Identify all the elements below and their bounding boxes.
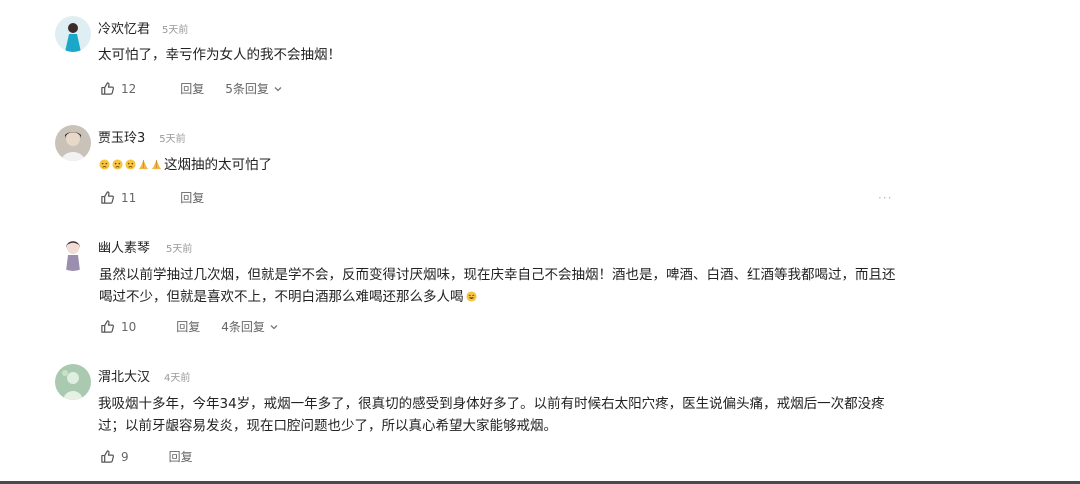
reply-button[interactable]: 回复 (180, 189, 204, 206)
thumbs-up-icon (101, 450, 114, 463)
comment-text-content: 这烟抽的太可怕了 (164, 157, 272, 173)
thumbs-up-icon (101, 191, 114, 204)
view-replies-button[interactable]: 4条回复 (221, 318, 279, 335)
sad-face-emoji-icon (99, 155, 110, 170)
laughing-face-emoji-icon (465, 287, 477, 302)
like-count: 11 (121, 190, 137, 205)
thumbs-up-icon (101, 320, 114, 333)
replies-count: 4条回复 (221, 320, 265, 334)
timestamp: 5天前 (166, 244, 193, 255)
comment-text: 太可怕了，幸亏作为女人的我不会抽烟！ (98, 47, 341, 63)
comment-text-line: 虽然以前学抽过几次烟，但就是学不会，反而变得讨厌烟味，现在庆幸自己不会抽烟！酒也… (99, 267, 896, 283)
timestamp: 4天前 (164, 373, 191, 384)
avatar[interactable] (55, 364, 91, 400)
avatar[interactable] (55, 16, 91, 52)
thumbs-up-icon (101, 82, 114, 95)
username[interactable]: 贾玉玲3 (98, 127, 145, 146)
more-icon[interactable]: ··· (878, 191, 892, 205)
comment-actions: 10 回复 4条回复 (100, 318, 279, 335)
comment-text: 虽然以前学抽过几次烟，但就是学不会，反而变得讨厌烟味，现在庆幸自己不会抽烟！酒也… (99, 264, 919, 308)
username[interactable]: 渭北大汉 (98, 366, 150, 385)
chevron-down-icon (274, 86, 282, 91)
like-button[interactable]: 12 (100, 81, 136, 96)
sad-face-emoji-icon (125, 155, 136, 170)
comment-actions: 12 回复 5条回复 (100, 80, 283, 97)
like-button[interactable]: 9 (100, 449, 129, 464)
comment-meta: 冷欢忆君 5天前 (98, 18, 188, 37)
comment-text: 这烟抽的太可怕了 (99, 154, 272, 176)
username[interactable]: 幽人素琴 (98, 237, 150, 256)
comment-text-line: 喝过不少，但就是喜欢不上，不明白酒那么难喝还那么多人喝 (99, 286, 919, 308)
comment-text-line: 过；以前牙龈容易发炎，现在口腔问题也少了，所以真心希望大家能够戒烟。 (98, 418, 557, 434)
reply-button[interactable]: 回复 (180, 80, 204, 97)
praying-hands-emoji-icon (151, 155, 162, 170)
sad-face-emoji-icon (112, 155, 123, 170)
chevron-down-icon (270, 324, 278, 329)
comment-meta: 贾玉玲3 5天前 (98, 127, 186, 146)
comment-actions: 9 回复 (100, 448, 193, 465)
like-button[interactable]: 11 (100, 190, 136, 205)
like-count: 12 (121, 81, 137, 96)
comment-meta: 幽人素琴 5天前 (98, 237, 192, 256)
timestamp: 5天前 (159, 134, 186, 145)
timestamp: 5天前 (162, 25, 189, 36)
replies-count: 5条回复 (225, 82, 269, 96)
reply-button[interactable]: 回复 (176, 318, 200, 335)
like-button[interactable]: 10 (100, 319, 136, 334)
comment-meta: 渭北大汉 4天前 (98, 366, 190, 385)
view-replies-button[interactable]: 5条回复 (225, 80, 283, 97)
avatar[interactable] (55, 235, 91, 271)
comment-text: 我吸烟十多年，今年34岁，戒烟一年多了，很真切的感受到身体好多了。以前有时候右太… (98, 393, 918, 437)
like-count: 9 (121, 449, 129, 464)
comment-text-line: 我吸烟十多年，今年34岁，戒烟一年多了，很真切的感受到身体好多了。以前有时候右太… (98, 396, 885, 412)
praying-hands-emoji-icon (138, 155, 149, 170)
like-count: 10 (121, 319, 137, 334)
comment-text-content: 喝过不少，但就是喜欢不上，不明白酒那么难喝还那么多人喝 (99, 289, 464, 305)
username[interactable]: 冷欢忆君 (98, 18, 150, 37)
comment-actions: 11 回复 (100, 189, 204, 206)
reply-button[interactable]: 回复 (169, 448, 193, 465)
avatar[interactable] (55, 125, 91, 161)
